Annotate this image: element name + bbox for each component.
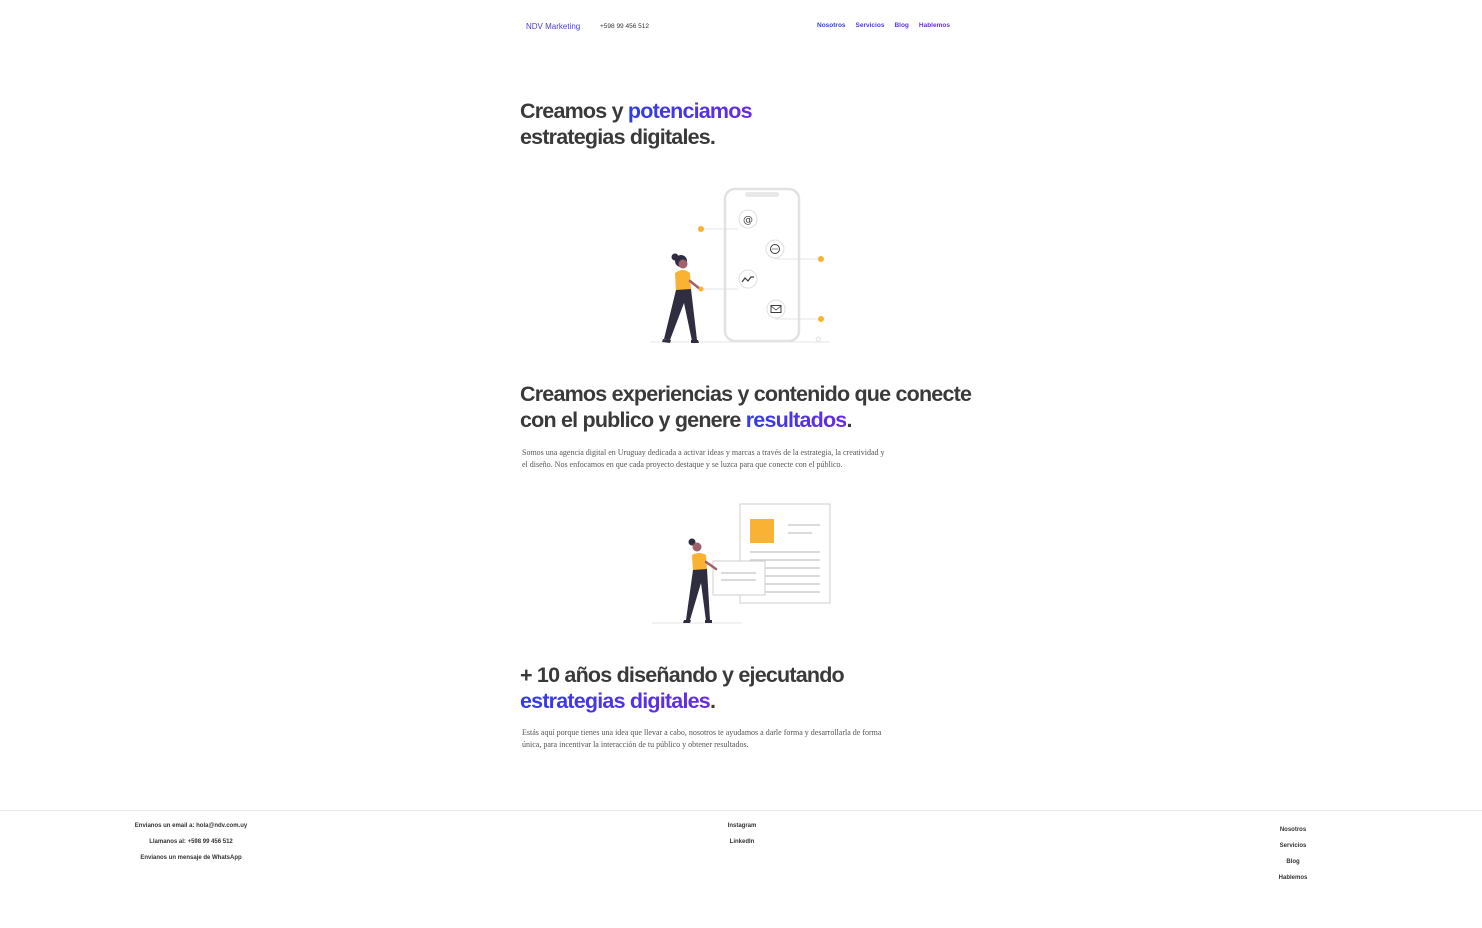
footer-contact: Envianos un email a: hola@ndv.com.uy Lla…: [120, 822, 262, 870]
footer-email-link[interactable]: Envianos un email a: hola@ndv.com.uy: [135, 822, 247, 830]
footer-whatsapp-link[interactable]: Envianos un mensaje de WhatsApp: [140, 854, 241, 862]
experience-description: Somos una agencia digital en Uruguay ded…: [522, 448, 885, 469]
years-title-end: .: [709, 689, 716, 713]
years-title-highlight: estrategias digitales: [520, 689, 711, 713]
svg-text:✿: ✿: [815, 335, 822, 344]
mail-icon: [766, 299, 786, 319]
svg-text:@: @: [743, 215, 753, 226]
main-nav: Nosotros Servicios Blog Hablemos: [817, 22, 950, 29]
nav-servicios[interactable]: Servicios: [856, 22, 885, 29]
hero-title-part2: estrategias digitales.: [520, 125, 716, 149]
at-icon: @: [738, 209, 758, 229]
header-phone: +598 99 456 512: [600, 23, 649, 30]
years-description: Estás aquí porque tienes una idea que ll…: [522, 728, 882, 749]
trend-icon: [738, 269, 758, 289]
hero-title: Creamos y potenciamos estrategias digita…: [520, 98, 753, 150]
person-figure-2: [683, 538, 718, 623]
footer-instagram-link[interactable]: Instagram: [728, 822, 757, 830]
footer-nav: Nosotros Servicios Blog Hablemos: [1260, 826, 1326, 890]
experience-title: Creamos experiencias y contenido que con…: [520, 381, 980, 433]
footer-nav-nosotros[interactable]: Nosotros: [1280, 826, 1306, 834]
phone-illustration: @ ✿: [650, 187, 830, 344]
footer-nav-blog[interactable]: Blog: [1286, 858, 1299, 866]
nav-hablemos[interactable]: Hablemos: [919, 22, 950, 29]
chat-icon: [765, 239, 785, 259]
footer-social: Instagram LinkedIn: [700, 822, 784, 854]
years-title-line1: + 10 años diseñando y ejecutando: [520, 663, 845, 687]
person-figure: [662, 253, 704, 343]
hero-title-highlight: potenciamos: [627, 99, 753, 123]
footer-divider: [0, 810, 1482, 811]
footer-nav-servicios[interactable]: Servicios: [1280, 842, 1307, 850]
footer-nav-hablemos[interactable]: Hablemos: [1279, 874, 1308, 882]
hero-title-part1: Creamos y: [520, 99, 628, 123]
footer-phone-link[interactable]: Llamanos al: +598 99 456 512: [149, 838, 233, 846]
documents-illustration: [652, 503, 831, 624]
footer-linkedin-link[interactable]: LinkedIn: [730, 838, 755, 846]
nav-nosotros[interactable]: Nosotros: [817, 22, 846, 29]
experience-title-highlight: resultados: [745, 408, 848, 432]
experience-title-end: .: [846, 408, 852, 432]
nav-blog[interactable]: Blog: [894, 22, 908, 29]
years-title: + 10 años diseñando y ejecutando estrate…: [520, 662, 845, 714]
brand-link[interactable]: NDV Marketing: [526, 22, 580, 31]
